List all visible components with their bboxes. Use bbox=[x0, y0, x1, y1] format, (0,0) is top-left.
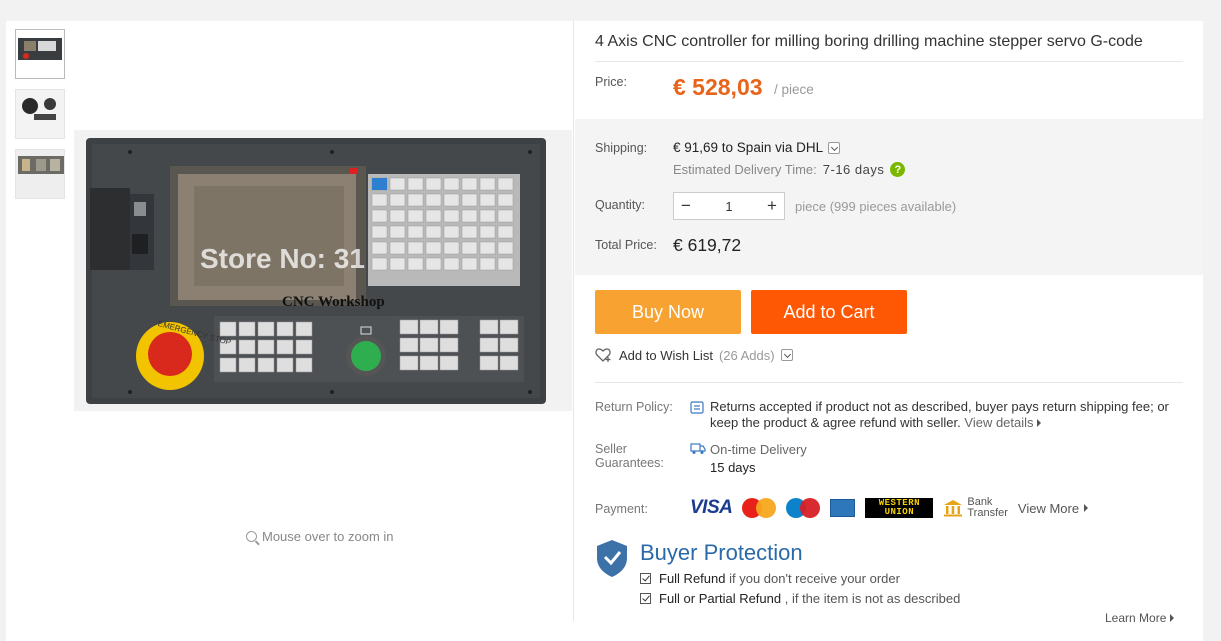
delivery-truck-icon bbox=[690, 443, 706, 454]
full-refund-label: Full Refund bbox=[659, 571, 726, 586]
chevron-down-icon[interactable] bbox=[780, 349, 793, 361]
product-page: EMERGENCY STOP Store No: 31 CNC Workshop… bbox=[6, 21, 1203, 641]
product-title: 4 Axis CNC controller for milling boring… bbox=[595, 33, 1143, 50]
checkbox-icon bbox=[640, 593, 651, 604]
total-value: € 619,72 bbox=[673, 235, 742, 255]
list-item: Full or Partial Refund , if the item is … bbox=[640, 589, 1040, 609]
amex-logo bbox=[830, 499, 856, 517]
full-refund-detail: if you don't receive your order bbox=[725, 571, 900, 586]
order-panel bbox=[575, 119, 1203, 275]
quantity-available: piece (999 pieces available) bbox=[795, 199, 957, 214]
western-union-logo: WESTERN UNION bbox=[865, 498, 934, 518]
image-gallery: EMERGENCY STOP Store No: 31 CNC Workshop… bbox=[6, 21, 574, 621]
return-policy-icon bbox=[690, 401, 704, 414]
quantity-increase-button[interactable]: + bbox=[760, 193, 784, 219]
checkbox-icon bbox=[640, 573, 651, 584]
view-more-label: View More bbox=[1017, 500, 1080, 516]
payment-methods: VISA WESTERN UNION Bank Transfer View Mo… bbox=[690, 497, 1089, 519]
seller-guarantees-label: Seller Guarantees: bbox=[595, 442, 664, 470]
quantity-label: Quantity: bbox=[595, 198, 646, 212]
thumbnail-1[interactable] bbox=[15, 29, 65, 79]
panel-label: CNC Workshop bbox=[282, 294, 385, 310]
view-more-payments-link[interactable]: View More bbox=[1017, 500, 1089, 516]
seller-guarantees-label-line1: Seller bbox=[595, 442, 627, 456]
view-details-label: View details bbox=[964, 415, 1034, 430]
price-label: Price: bbox=[595, 75, 627, 89]
divider bbox=[595, 61, 1183, 62]
main-product-image[interactable]: EMERGENCY STOP Store No: 31 CNC Workshop bbox=[74, 130, 572, 411]
wish-list-link[interactable]: Add to Wish List (26 Adds) bbox=[595, 347, 793, 363]
shield-icon bbox=[597, 540, 627, 577]
chevron-down-icon[interactable] bbox=[828, 141, 841, 154]
payment-label: Payment: bbox=[595, 502, 648, 516]
quantity-decrease-button[interactable]: − bbox=[674, 193, 698, 219]
triangle-right-icon bbox=[1084, 504, 1089, 512]
magnifier-icon bbox=[246, 531, 257, 542]
delivery-estimate: Estimated Delivery Time: 7-16 days ? bbox=[673, 162, 906, 177]
zoom-hint-text: Mouse over to zoom in bbox=[262, 529, 394, 544]
partial-refund-detail: , if the item is not as described bbox=[781, 591, 961, 606]
delivery-days: 7-16 days bbox=[822, 162, 885, 177]
add-to-cart-button[interactable]: Add to Cart bbox=[751, 290, 907, 334]
bank-icon bbox=[944, 500, 963, 517]
product-details: 4 Axis CNC controller for milling boring… bbox=[575, 21, 1203, 625]
thumbnail-image bbox=[16, 150, 64, 198]
seller-guarantees-label-line2: Guarantees: bbox=[595, 456, 664, 470]
learn-more-label: Learn More bbox=[1105, 611, 1167, 625]
heart-plus-icon bbox=[595, 348, 611, 362]
question-icon[interactable]: ? bbox=[890, 162, 906, 177]
bank-transfer-logo: Bank Transfer bbox=[943, 497, 1008, 519]
delivery-label: Estimated Delivery Time: bbox=[673, 162, 817, 177]
shipping-label: Shipping: bbox=[595, 141, 648, 155]
bank-transfer-line2: Transfer bbox=[967, 507, 1008, 519]
visa-logo: VISA bbox=[690, 497, 733, 518]
divider bbox=[595, 382, 1183, 383]
shipping-selector[interactable]: € 91,69 to Spain via DHL bbox=[673, 140, 841, 155]
zoom-hint: Mouse over to zoom in bbox=[246, 529, 394, 544]
list-item: Full Refund if you don't receive your or… bbox=[640, 569, 1040, 589]
thumbnail-list bbox=[15, 29, 65, 209]
seller-guarantees-text: On-time Delivery 15 days bbox=[710, 441, 807, 477]
wish-list-label: Add to Wish List bbox=[619, 347, 713, 363]
buyer-protection-items: Full Refund if you don't receive your or… bbox=[640, 569, 1040, 609]
shipping-value: € 91,69 to Spain via DHL bbox=[673, 140, 824, 155]
wish-list-count: (26 Adds) bbox=[718, 347, 775, 363]
buyer-protection-title: Buyer Protection bbox=[640, 540, 803, 565]
on-time-delivery-days: 15 days bbox=[710, 460, 756, 475]
western-union-line2: UNION bbox=[884, 507, 915, 517]
price-value: € 528,03 bbox=[673, 74, 763, 100]
learn-more-link[interactable]: Learn More bbox=[1105, 611, 1175, 625]
quantity-input[interactable] bbox=[698, 193, 760, 219]
on-time-delivery-label: On-time Delivery bbox=[710, 442, 807, 457]
return-policy-text: Returns accepted if product not as descr… bbox=[710, 399, 1190, 431]
image-watermark: Store No: 31 bbox=[200, 243, 365, 274]
maestro-logo bbox=[786, 498, 821, 518]
partial-refund-label: Full or Partial Refund bbox=[659, 591, 782, 606]
thumbnail-image bbox=[16, 90, 64, 138]
return-policy-body: Returns accepted if product not as descr… bbox=[710, 399, 1169, 430]
buyer-protection: Buyer Protection Full Refund if you don'… bbox=[595, 538, 960, 606]
triangle-right-icon bbox=[1170, 614, 1175, 622]
view-details-link[interactable]: View details bbox=[964, 415, 1042, 430]
thumbnail-3[interactable] bbox=[15, 149, 65, 199]
quantity-stepper: − + bbox=[673, 192, 785, 220]
price-unit: / piece bbox=[774, 82, 814, 97]
triangle-right-icon bbox=[1037, 419, 1042, 427]
mastercard-logo bbox=[742, 498, 777, 518]
buy-now-button[interactable]: Buy Now bbox=[595, 290, 741, 334]
thumbnail-2[interactable] bbox=[15, 89, 65, 139]
total-label: Total Price: bbox=[595, 238, 657, 252]
thumbnail-image bbox=[18, 38, 62, 60]
return-policy-label: Return Policy: bbox=[595, 400, 673, 414]
